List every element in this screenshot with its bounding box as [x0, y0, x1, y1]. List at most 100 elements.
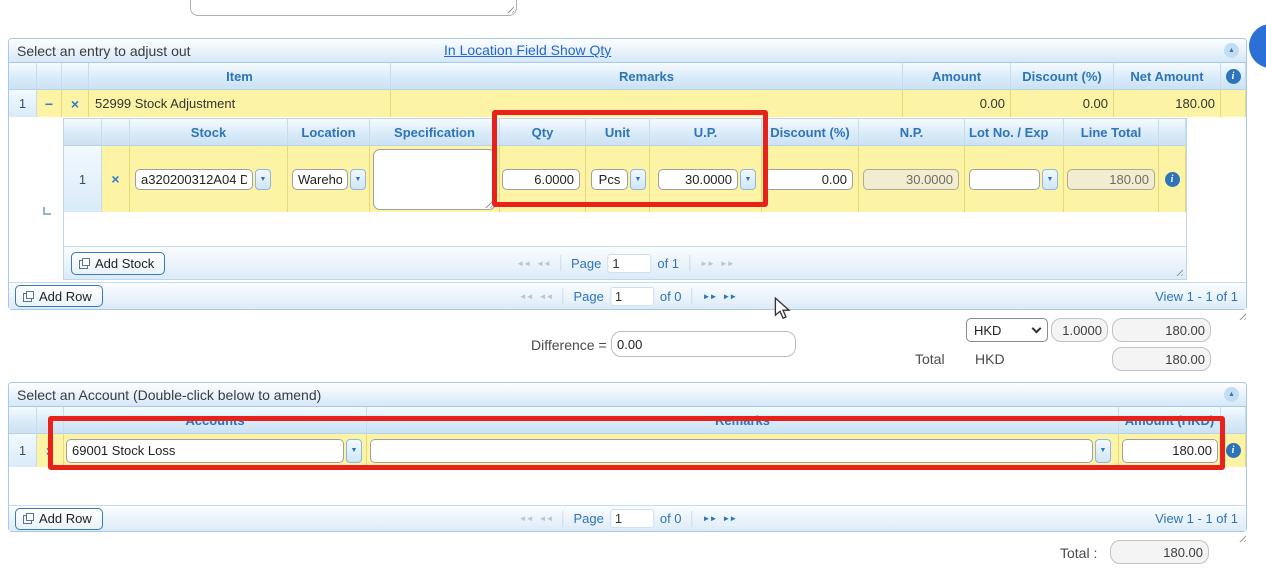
sub-discount-input[interactable] [765, 169, 853, 190]
resize-grip-icon[interactable] [1174, 267, 1183, 276]
pager-separator [562, 511, 563, 527]
header-cell-expand [37, 63, 62, 90]
sub-delete-cell[interactable]: × [102, 146, 130, 212]
info-icon[interactable]: i [1226, 443, 1241, 458]
lot-cell: ▼ [965, 146, 1064, 212]
header-cell-item[interactable]: Item [89, 63, 391, 90]
pager-next-icon[interactable]: ►► [703, 292, 717, 301]
location-input[interactable] [292, 169, 348, 190]
specification-textarea[interactable] [373, 149, 496, 210]
stock-input[interactable] [135, 169, 253, 190]
line-total-cell [1064, 146, 1159, 212]
header-cell-net-amount[interactable]: Net Amount [1114, 63, 1221, 90]
top-remarks-textarea[interactable] [190, 0, 517, 16]
pager-first-icon[interactable]: ◄◄ [516, 259, 530, 268]
pager-first-icon[interactable]: ◄◄ [519, 514, 533, 523]
difference-input[interactable] [611, 331, 796, 357]
pager-next-icon[interactable]: ►► [703, 514, 717, 523]
floating-help-button[interactable] [1249, 24, 1266, 68]
account-pager: ◄◄ ◄◄ Page of 0 ►► ►► [519, 509, 736, 528]
difference-label: Difference = [531, 337, 607, 353]
collapse-row-icon[interactable]: − [45, 97, 53, 111]
sub-header-line-total[interactable]: Line Total [1064, 119, 1159, 146]
subgrid-page-input[interactable] [607, 254, 651, 273]
pager-prev-icon[interactable]: ◄◄ [539, 514, 553, 523]
mouse-cursor [772, 297, 792, 319]
amount-cell: 0.00 [903, 90, 1011, 117]
entry-grid-header: Item Remarks Amount Discount (%) Net Amo… [9, 63, 1246, 90]
entry-collapse-button[interactable]: ▲ [1224, 43, 1239, 58]
pager-last-icon[interactable]: ►► [722, 514, 736, 523]
add-row-button[interactable]: Add Row [15, 285, 103, 307]
total-currency-label: HKD [975, 351, 1005, 367]
exchange-rate-input [1051, 318, 1108, 342]
pager-next-icon[interactable]: ►► [700, 259, 714, 268]
page-label: Page [571, 256, 601, 271]
add-stock-button[interactable]: Add Stock [71, 252, 165, 275]
lot-combo[interactable]: ▼ [969, 169, 1058, 190]
page-label: Page [573, 289, 603, 304]
discount-cell: 0.00 [1011, 90, 1114, 117]
account-total-input [1110, 540, 1209, 564]
chevron-down-icon [1032, 323, 1042, 333]
np-cell [859, 146, 965, 212]
location-combo[interactable]: ▼ [292, 169, 366, 190]
stock-cell: ▼ [130, 146, 288, 212]
sub-header-specification[interactable]: Specification [370, 119, 500, 146]
sub-header-lot[interactable]: Lot No. / Exp [965, 119, 1064, 146]
header-cell-remarks[interactable]: Remarks [391, 63, 903, 90]
lot-dropdown-button[interactable]: ▼ [1042, 169, 1058, 190]
entry-page-input[interactable] [610, 287, 654, 306]
net-amount-cell: 180.00 [1114, 90, 1221, 117]
collapse-row-cell[interactable]: − [37, 90, 62, 117]
entry-footer-bar: Add Row ◄◄ ◄◄ Page of 0 ►► ►► View 1 - 1… [9, 282, 1246, 309]
item-cell[interactable]: 52999 Stock Adjustment [89, 90, 391, 117]
np-input [863, 169, 959, 190]
currency-amount-input [1112, 318, 1211, 342]
in-location-field-show-qty-link[interactable]: In Location Field Show Qty [444, 42, 611, 58]
header-cell-delete [62, 63, 89, 90]
row-number: 1 [9, 90, 37, 117]
resize-grip-icon[interactable] [1237, 533, 1246, 542]
pager-prev-icon[interactable]: ◄◄ [536, 259, 550, 268]
add-account-row-button[interactable]: Add Row [15, 508, 103, 530]
row-number: 1 [9, 434, 37, 467]
currency-select[interactable]: HKD [966, 318, 1048, 342]
dropdown-icon: ▼ [355, 176, 362, 183]
sub-info-cell: i [1159, 146, 1186, 212]
stock-combo[interactable]: ▼ [135, 169, 271, 190]
location-dropdown-button[interactable]: ▼ [350, 169, 366, 190]
header-cell-rownum [9, 63, 37, 90]
sub-header-location[interactable]: Location [288, 119, 370, 146]
sub-header-stock[interactable]: Stock [130, 119, 288, 146]
add-row-label: Add Row [39, 511, 92, 526]
sub-header-np[interactable]: N.P. [859, 119, 965, 146]
resize-grip-icon[interactable] [1237, 311, 1246, 320]
header-cell-amount[interactable]: Amount [903, 63, 1011, 90]
add-icon [79, 258, 90, 269]
add-row-label: Add Row [39, 289, 92, 304]
entry-section-title: Select an entry to adjust out [17, 43, 191, 59]
pager-prev-icon[interactable]: ◄◄ [539, 292, 553, 301]
line-total-input [1067, 169, 1155, 190]
dropdown-icon: ▼ [260, 176, 267, 183]
account-page-input[interactable] [610, 509, 654, 528]
currency-select-value: HKD [974, 323, 1001, 338]
delete-row-cell[interactable]: × [62, 90, 89, 117]
entry-view-count: View 1 - 1 of 1 [1155, 289, 1238, 304]
pager-last-icon[interactable]: ►► [722, 292, 736, 301]
account-collapse-button[interactable]: ▲ [1224, 387, 1239, 402]
delete-row-icon[interactable]: × [71, 97, 79, 111]
total-amount-input [1112, 347, 1211, 371]
header-cell-discount[interactable]: Discount (%) [1011, 63, 1114, 90]
stock-dropdown-button[interactable]: ▼ [255, 169, 271, 190]
sub-header-discount[interactable]: Discount (%) [762, 119, 859, 146]
account-section-title: Select an Account (Double-click below to… [17, 387, 321, 403]
info-icon[interactable]: i [1165, 172, 1180, 187]
sub-header-info [1159, 119, 1186, 146]
pager-last-icon[interactable]: ►► [720, 259, 734, 268]
row-info-cell [1221, 90, 1246, 117]
lot-input[interactable] [969, 169, 1040, 190]
pager-first-icon[interactable]: ◄◄ [519, 292, 533, 301]
sub-delete-icon[interactable]: × [111, 172, 119, 186]
